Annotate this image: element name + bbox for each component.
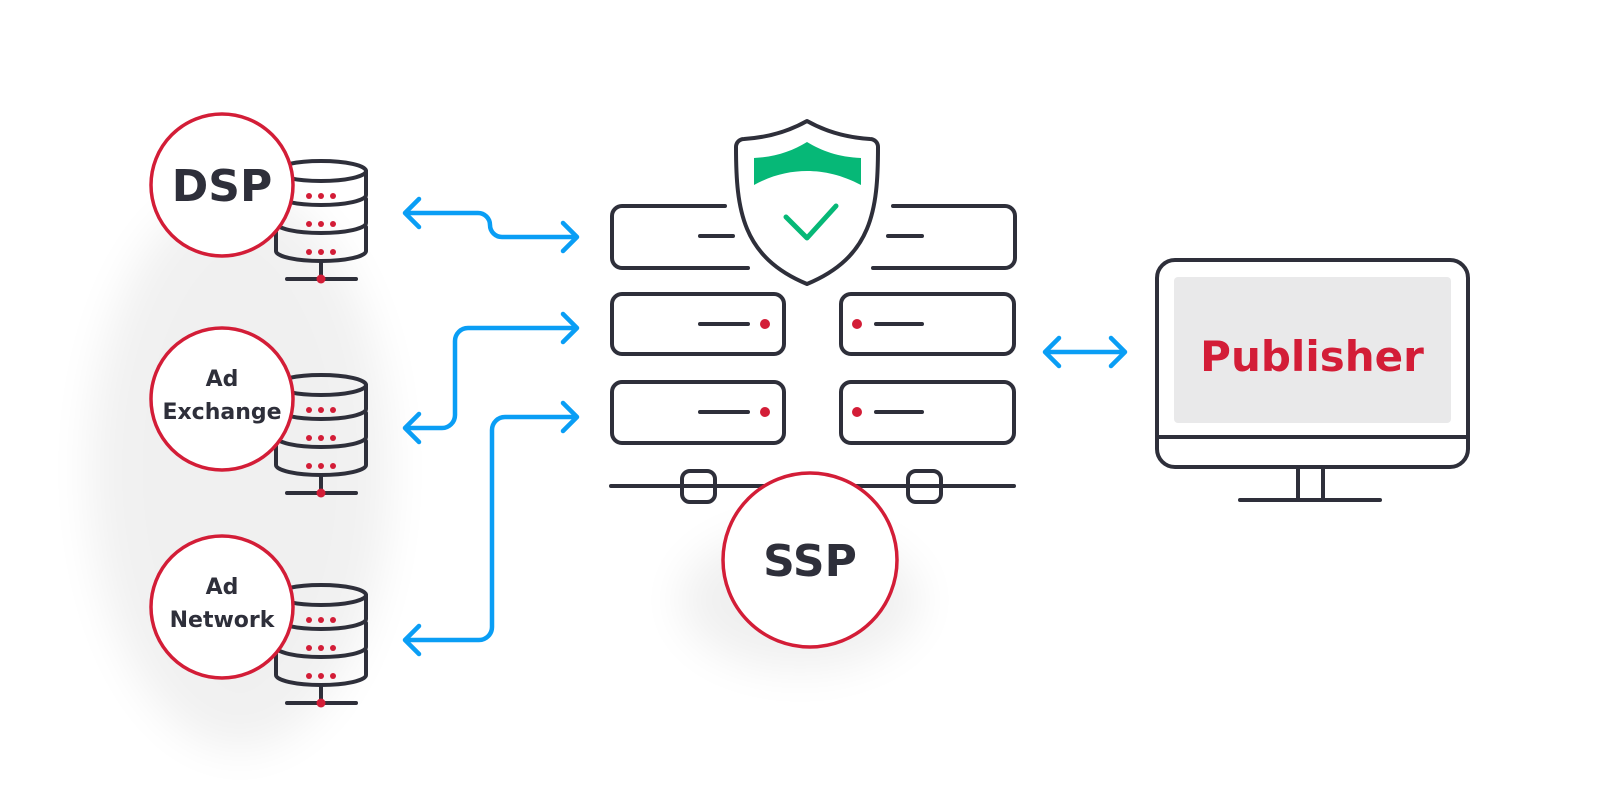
connection-ad-network-ssp[interactable] [402, 400, 580, 657]
network-node-dot [316, 698, 326, 708]
publisher-label[interactable]: Publisher [1200, 332, 1424, 381]
status-led [852, 319, 862, 329]
shield-band [754, 142, 861, 185]
ssp-diagram: DSP Ad Exchange Ad Network SSP Publisher [90, 112, 1470, 750]
ad-network-label-line1: Ad [206, 575, 239, 600]
status-led [852, 407, 862, 417]
check-mark-icon [783, 203, 839, 241]
ssp-node: SSP [721, 471, 899, 649]
network-node-dot [316, 274, 326, 284]
ad-exchange-label-line1: Ad [206, 367, 239, 392]
status-led [760, 319, 770, 329]
ssp-label: SSP [763, 536, 857, 587]
server-rack-icon [609, 204, 1017, 504]
connection-ssp-publisher[interactable] [1042, 335, 1128, 369]
dsp-label: DSP [172, 161, 272, 212]
ad-exchange-label-line2: Exchange [162, 400, 281, 425]
ad-exchange-circle[interactable] [149, 326, 295, 472]
network-node-dot [316, 488, 326, 498]
ad-network-label-line2: Network [170, 608, 276, 633]
shield-check-icon [734, 119, 880, 286]
status-led [760, 407, 770, 417]
connection-ad-exchange-ssp[interactable] [402, 311, 580, 445]
ad-network-circle[interactable] [149, 534, 295, 680]
connection-dsp-ssp[interactable] [402, 196, 580, 254]
publisher-node: Publisher [1155, 258, 1470, 502]
